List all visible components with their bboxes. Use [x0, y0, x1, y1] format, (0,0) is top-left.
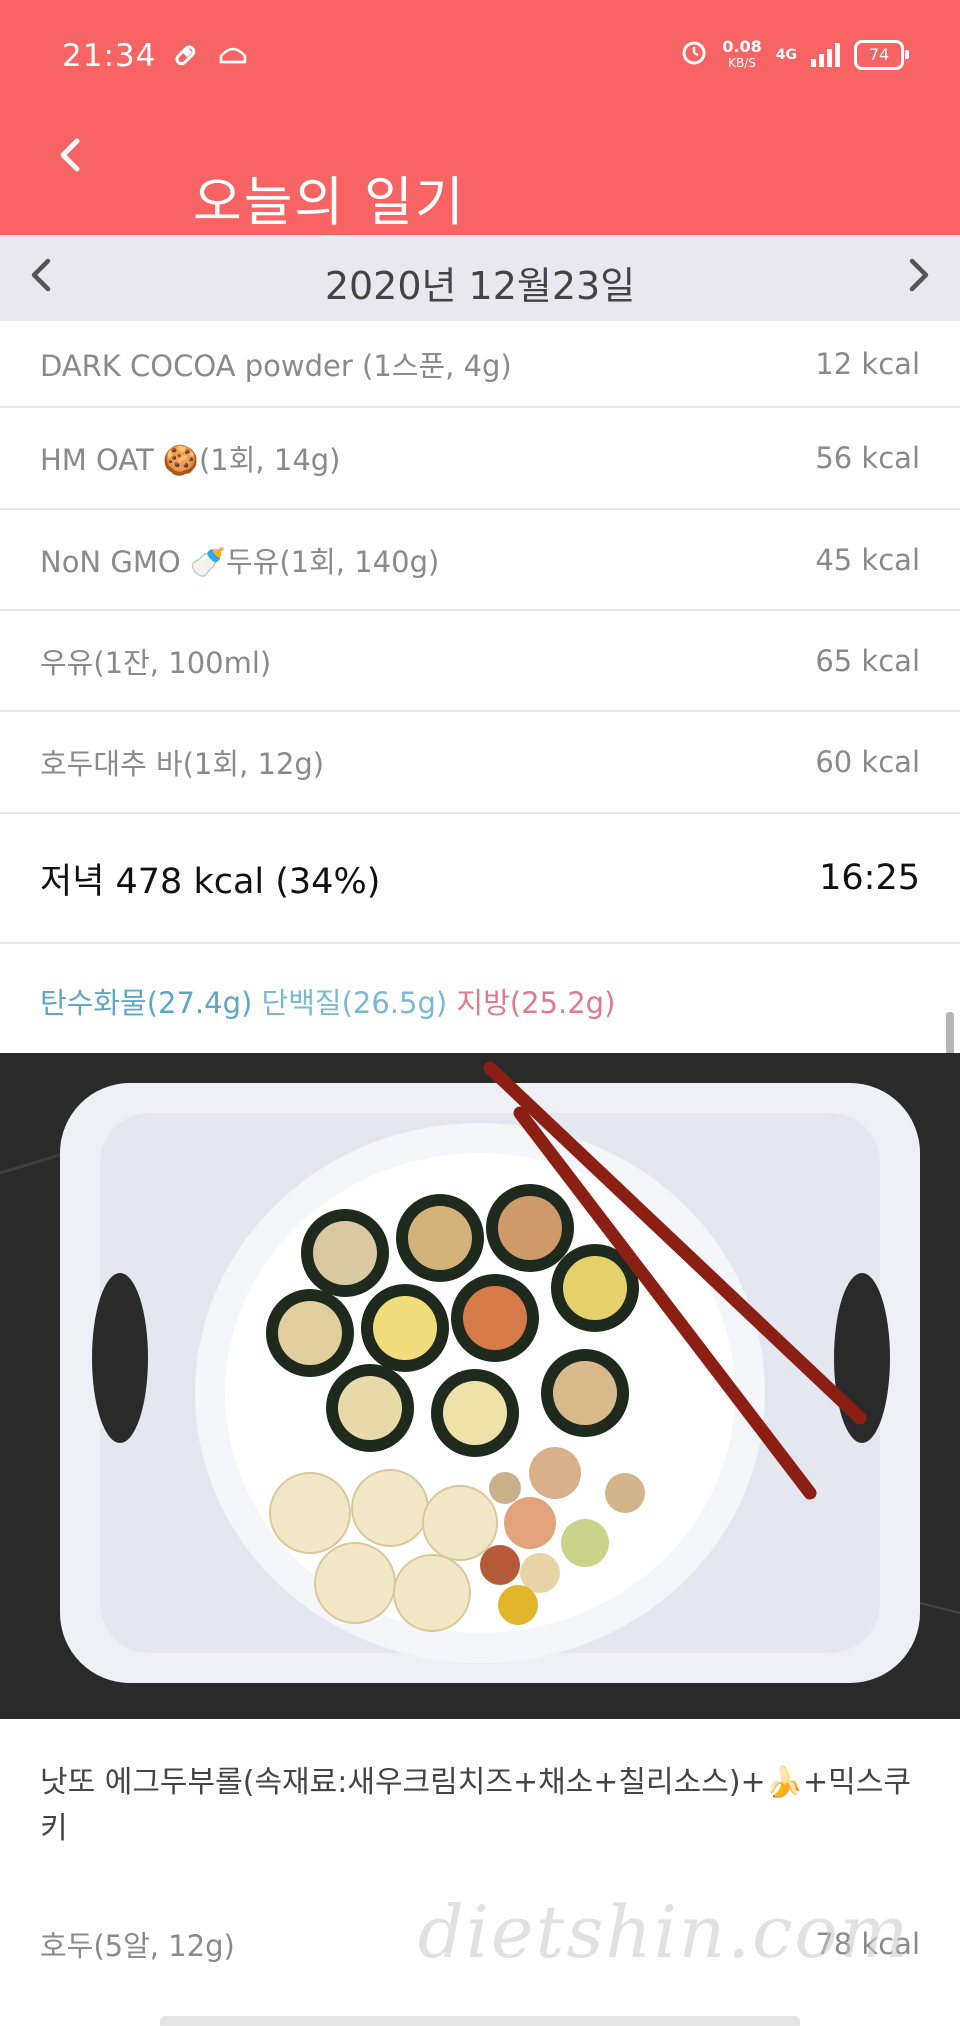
pill-icon [172, 42, 198, 74]
watermark-logo: dietshin.com [417, 1890, 910, 1974]
food-kcal: 45 kcal [815, 542, 920, 577]
macro-carb: 탄수화물(27.4g) [40, 986, 253, 1020]
food-kcal: 56 kcal [815, 441, 920, 475]
scrollbar-thumb[interactable] [946, 1012, 954, 1056]
meal-photo-illustration [0, 1053, 960, 1719]
bottom-tab-bar-edge [160, 2016, 800, 2026]
food-kcal: 60 kcal [815, 745, 920, 779]
food-row[interactable]: NoN GMO 🍼두유(1회, 140g) 45 kcal [0, 510, 960, 611]
food-name: 우유(1잔, 100ml) [40, 645, 272, 680]
meal-label: 저녁 478 kcal (34%) [40, 861, 381, 902]
meal-time: 16:25 [819, 858, 920, 898]
net-speed-unit: KB/S [728, 55, 756, 70]
page-title: 오늘의 일기 [193, 171, 466, 233]
macro-protein: 단백질(26.5g) [261, 986, 448, 1020]
food-row[interactable]: 우유(1잔, 100ml) 65 kcal [0, 611, 960, 712]
food-name: NoN GMO 🍼두유(1회, 140g) [40, 544, 440, 579]
status-bar: 21:34 0.08 KB/S 4G 74 [0, 0, 960, 120]
chevron-right-icon [909, 258, 929, 292]
current-date[interactable]: 2020년 12월23일 [0, 255, 960, 310]
app-bar: 21:34 0.08 KB/S 4G 74 오늘의 일기 [0, 0, 960, 235]
signal-icon [811, 42, 840, 67]
date-navigator: 2020년 12월23일 [0, 235, 960, 321]
back-button[interactable] [55, 130, 95, 190]
meal-photo[interactable] [0, 1053, 960, 1719]
macro-fat: 지방(25.2g) [456, 986, 616, 1020]
network-type: 4G [775, 46, 797, 63]
meal-header-dinner[interactable]: 저녁 478 kcal (34%) 16:25 [0, 814, 960, 944]
food-row[interactable]: DARK COCOA powder (1스푼, 4g) 12 kcal [0, 321, 960, 408]
macro-summary: 탄수화물(27.4g) 단백질(26.5g) 지방(25.2g) [40, 980, 615, 1022]
food-kcal: 12 kcal [815, 346, 920, 381]
net-speed-value: 0.08 [722, 36, 762, 56]
battery-icon: 74 [854, 39, 909, 70]
food-kcal: 65 kcal [815, 643, 920, 678]
food-name: 호두대추 바(1회, 12g) [40, 747, 325, 781]
meal-memo: 낫또 에그두부롤(속재료:새우크림치즈+채소+칠리소스)+🍌+믹스쿠키 [40, 1765, 911, 1846]
food-row[interactable]: HM OAT 🍪(1회, 14g) 56 kcal [0, 408, 960, 510]
status-right: 0.08 KB/S 4G 74 [680, 36, 909, 71]
chevron-left-icon [60, 138, 80, 172]
status-time: 21:34 [62, 38, 157, 74]
next-date-button[interactable] [904, 249, 934, 310]
battery-level: 74 [868, 45, 890, 64]
notification-icon [218, 42, 248, 74]
food-name: HM OAT 🍪(1회, 14g) [40, 443, 341, 477]
food-name: DARK COCOA powder (1스푼, 4g) [40, 348, 512, 383]
food-name: 호두(5알, 12g) [40, 1929, 235, 1963]
food-row[interactable]: 호두대추 바(1회, 12g) 60 kcal [0, 712, 960, 814]
network-speed: 0.08 KB/S [722, 36, 762, 71]
alarm-icon [680, 38, 708, 71]
